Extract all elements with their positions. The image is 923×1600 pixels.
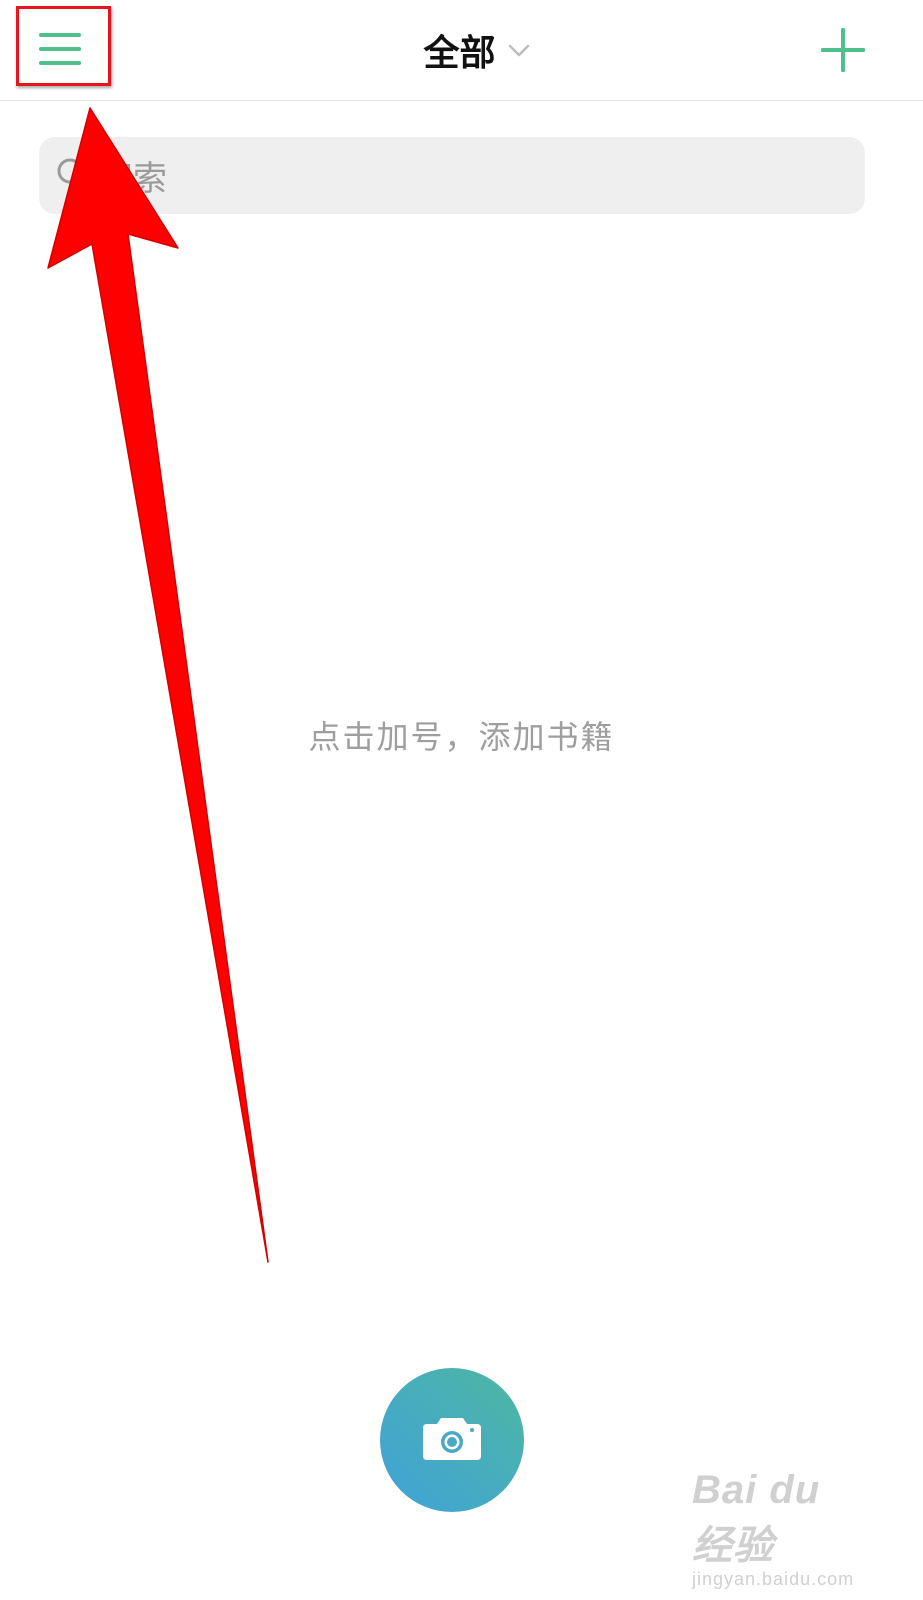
watermark-logo: Bai du 经验 xyxy=(692,1468,821,1568)
bookshelf-screen: 全部 搜索 点击加号，添加书籍 Bai du 经验 jingyan.baidu.… xyxy=(0,0,923,1600)
annotation-highlight-box xyxy=(16,6,111,86)
search-icon xyxy=(55,156,91,196)
watermark-url: jingyan.baidu.com xyxy=(692,1569,855,1589)
camera-icon xyxy=(421,1414,483,1466)
category-selector[interactable]: 全部 xyxy=(0,20,923,80)
top-bar: 全部 xyxy=(0,0,923,101)
add-book-button[interactable] xyxy=(819,26,867,74)
annotation-arrow xyxy=(47,107,269,1263)
watermark: Bai du 经验 jingyan.baidu.com xyxy=(692,1468,862,1590)
search-placeholder: 搜索 xyxy=(99,159,167,199)
empty-state-hint: 点击加号，添加书籍 xyxy=(308,718,615,756)
camera-button[interactable] xyxy=(380,1368,524,1512)
plus-icon xyxy=(819,28,867,78)
chevron-down-icon xyxy=(508,43,530,62)
page-title: 全部 xyxy=(423,33,496,74)
search-input[interactable]: 搜索 xyxy=(39,137,865,214)
